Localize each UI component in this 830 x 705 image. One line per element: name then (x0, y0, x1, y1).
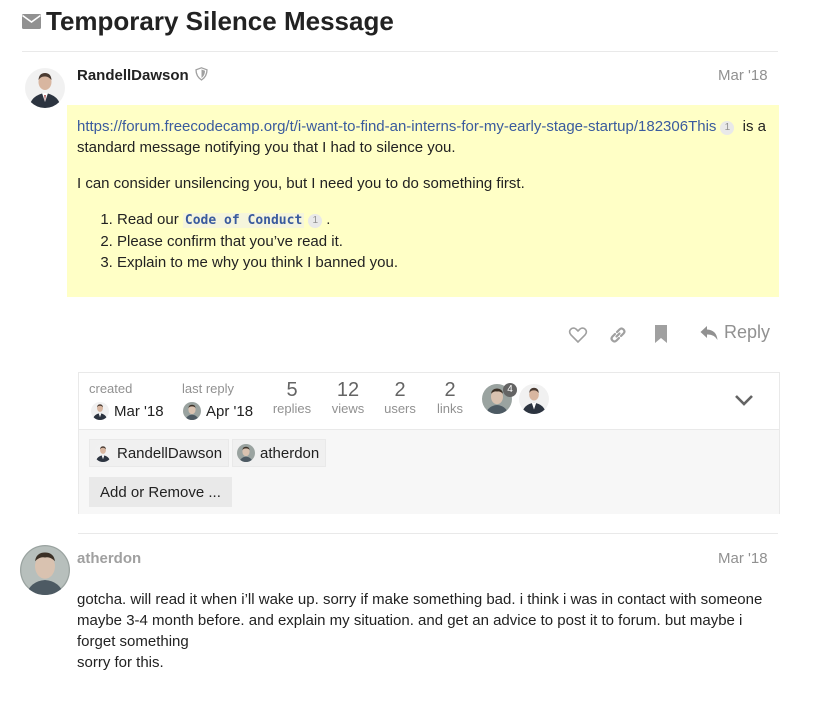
post-username[interactable]: atherdon (77, 550, 141, 567)
avatar (183, 402, 201, 420)
list-item: Explain to me why you think I banned you… (117, 252, 777, 273)
post-content: https://forum.freecodecamp.org/t/i-want-… (77, 116, 777, 273)
stat-users: 2 users (380, 379, 420, 416)
participant-chip[interactable]: RandellDawson (89, 439, 230, 467)
reply-icon (700, 325, 718, 340)
post-content: gotcha. will read it when i’ll wake up. … (77, 589, 797, 673)
list-text: Read our (117, 211, 183, 228)
link-click-count: 1 (720, 121, 735, 135)
topic-map-participants: RandellDawson atherdon Add or Remove ... (79, 429, 779, 514)
avatar[interactable] (20, 545, 70, 595)
stat-links: 2 links (430, 379, 470, 416)
participant-name: RandellDawson (117, 444, 223, 462)
reply-button[interactable]: Reply (700, 322, 770, 343)
post-line: maybe 3-4 month before. and explain my s… (77, 612, 743, 629)
link-icon[interactable] (608, 325, 628, 345)
envelope-icon (22, 14, 41, 29)
post-date[interactable]: Mar '18 (718, 67, 768, 84)
last-reply-info[interactable]: Apr '18 (183, 402, 253, 420)
topic-map: created Mar '18 last reply Apr '18 5 rep… (78, 372, 780, 514)
created-date: Mar '18 (114, 402, 164, 420)
paragraph: I can consider unsilencing you, but I ne… (77, 175, 525, 192)
add-or-remove-button[interactable]: Add or Remove ... (89, 477, 232, 507)
randell-avatar-image (25, 68, 65, 108)
code-of-conduct-link[interactable]: Code of Conduct (182, 213, 305, 228)
post-line: forget something (77, 633, 189, 650)
stat-number: 5 (286, 379, 298, 401)
paragraph-text: standard message notifying you that I ha… (77, 139, 456, 156)
avatar[interactable] (519, 384, 549, 414)
link-click-count: 1 (308, 214, 323, 228)
participant-post-count: 4 (503, 383, 517, 397)
participant-chip[interactable]: atherdon (232, 439, 327, 467)
avatar (94, 444, 112, 462)
bookmark-icon[interactable] (651, 324, 671, 344)
stat-views: 12 views (328, 379, 368, 416)
stat-label: links (436, 401, 463, 416)
last-reply-date: Apr '18 (206, 402, 254, 420)
post-date[interactable]: Mar '18 (718, 550, 768, 567)
divider (22, 51, 778, 52)
avatar (237, 444, 255, 462)
steps-list: Read our Code of Conduct1. Please confir… (77, 209, 777, 273)
stat-number: 2 (394, 379, 406, 401)
stat-number: 2 (444, 379, 456, 401)
post-line: gotcha. will read it when i’ll wake up. … (77, 591, 763, 608)
paragraph-text: is a (738, 118, 766, 135)
created-label: created (89, 381, 133, 396)
page-title[interactable]: Temporary Silence Message (46, 6, 394, 37)
last-reply-label: last reply (182, 381, 235, 396)
list-item: Read our Code of Conduct1. (117, 209, 777, 231)
created-info[interactable]: Mar '18 (91, 402, 164, 420)
list-item: Please confirm that you’ve read it. (117, 231, 777, 252)
post-line: sorry for this. (77, 654, 164, 671)
participant-name: atherdon (260, 444, 320, 462)
stat-label: replies (272, 401, 312, 416)
topic-link[interactable]: https://forum.freecodecamp.org/t/i-want-… (77, 118, 716, 135)
list-text: . (326, 211, 331, 228)
stat-replies: 5 replies (272, 379, 312, 416)
heart-icon[interactable] (568, 325, 588, 345)
stat-label: users (384, 401, 416, 416)
divider (78, 533, 778, 534)
username-link[interactable]: RandellDawson (77, 67, 189, 84)
avatar[interactable] (25, 68, 65, 108)
stat-number: 12 (336, 379, 360, 401)
avatar (91, 402, 109, 420)
post-username[interactable]: RandellDawson (77, 67, 208, 84)
chevron-down-icon[interactable] (734, 393, 754, 407)
topic-header: Temporary Silence Message (22, 6, 394, 37)
paragraph: https://forum.freecodecamp.org/t/i-want-… (77, 116, 777, 158)
atherdon-avatar-image (20, 545, 70, 595)
stat-label: views (331, 401, 365, 416)
shield-icon (195, 67, 208, 81)
reply-label: Reply (724, 322, 771, 342)
